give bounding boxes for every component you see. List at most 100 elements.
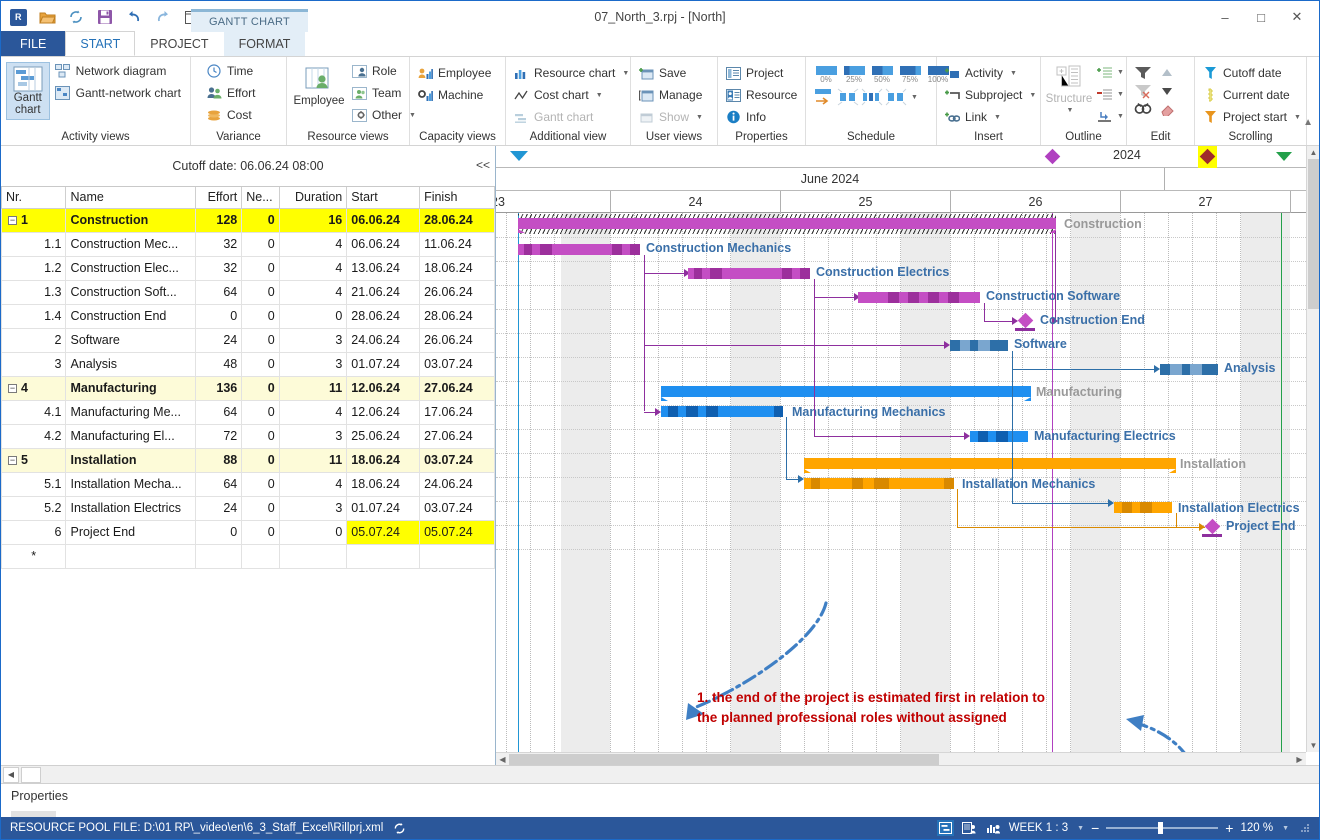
current-date-button[interactable]: Current date [1200,85,1305,105]
outline-remove-button[interactable]: ▼ [1095,84,1128,104]
task-bar-construction-software[interactable] [858,292,980,303]
table-row-new[interactable]: * [1,543,495,569]
row-expander[interactable]: − [8,216,17,226]
collapse-ribbon-icon[interactable]: ▲ [1303,117,1313,128]
refresh-icon[interactable] [65,6,87,28]
outline-add-button[interactable]: ▼ [1095,62,1128,82]
project-properties-button[interactable]: Project [723,63,801,83]
save-icon[interactable] [94,6,116,28]
chevron-down-icon[interactable]: ▼ [1282,825,1289,832]
schedule-75-percent-button[interactable]: 75% [897,64,923,84]
table-row[interactable]: −1 Construction 128 0 16 06.06.24 28.06.… [1,207,495,233]
table-row[interactable]: 1.4 Construction End 0 0 0 28.06.24 28.0… [1,303,495,329]
find-icon[interactable] [1132,101,1154,117]
summary-bar-manufacturing[interactable] [661,386,1031,401]
redo-icon[interactable] [152,6,174,28]
minimize-button[interactable]: – [1207,3,1243,31]
schedule-25-percent-button[interactable]: 25% [841,64,867,84]
calendar-view-icon[interactable] [961,820,978,836]
chevron-down-icon[interactable]: ▼ [622,70,629,77]
table-row[interactable]: 6 Project End 0 0 0 05.07.24 05.07.24 [1,519,495,545]
scroll-left-icon[interactable]: ◀ [496,753,509,765]
column-header-name[interactable]: Name [65,187,197,209]
insert-link-button[interactable]: Link ▼ [942,107,1040,127]
chevron-down-icon[interactable]: ▼ [1029,92,1036,99]
resource-chart-button[interactable]: Resource chart ▼ [511,63,633,83]
save-view-button[interactable]: Save [636,63,707,83]
clear-filter-icon[interactable] [1132,83,1154,99]
open-icon[interactable] [36,6,58,28]
column-header-effort[interactable]: Effort [195,187,243,209]
gantt-view-icon[interactable] [936,820,954,836]
column-header-start[interactable]: Start [346,187,421,209]
effort-button[interactable]: Effort [204,83,259,103]
gantt-horizontal-scrollbar[interactable]: ◀ ▶ [496,752,1306,765]
row-expander[interactable]: − [8,384,17,394]
row-expander[interactable]: − [8,456,17,466]
table-row[interactable]: 4.2 Manufacturing El... 72 0 3 25.06.24 … [1,423,495,449]
chevron-down-icon[interactable]: ▼ [1077,825,1084,832]
structure-button[interactable]: Structure ▼ [1046,62,1092,120]
cost-chart-button[interactable]: Cost chart ▼ [511,85,633,105]
gantt-chart-button[interactable]: Gantt chart [6,62,50,120]
table-row[interactable]: −4 Manufacturing 136 0 11 12.06.24 27.06… [1,375,495,401]
collapse-pane-button[interactable]: << [476,158,490,172]
close-button[interactable]: ✕ [1279,3,1315,31]
outline-indent-button[interactable]: ▼ [1095,106,1128,126]
zoom-slider[interactable] [1106,822,1219,834]
gantt-vertical-scrollbar[interactable]: ▲ ▼ [1306,146,1319,752]
tab-format[interactable]: FORMAT [223,31,306,56]
week-scale-label[interactable]: WEEK 1 : 3 [1009,822,1068,834]
chevron-down-icon[interactable]: ▼ [994,114,1001,121]
zoom-out-button[interactable]: − [1091,820,1099,836]
table-row[interactable]: 1.3 Construction Soft... 64 0 4 21.06.24… [1,279,495,305]
task-bar-analysis[interactable] [1160,364,1218,375]
scroll-down-icon[interactable]: ▼ [1307,739,1319,752]
refresh-icon[interactable] [391,820,408,836]
insert-activity-button[interactable]: Activity ▼ [942,63,1040,83]
cutoff-marker-icon[interactable] [510,151,528,161]
schedule-0-percent-button[interactable]: 0% [813,64,839,84]
capacity-employee-button[interactable]: Employee [415,63,495,83]
tab-project[interactable]: PROJECT [135,31,223,56]
capacity-machine-button[interactable]: Machine [415,85,495,105]
gantt-bars-area[interactable]: Construction Construction Mechanics Cons… [496,213,1306,752]
chevron-down-icon[interactable]: ▼ [1010,70,1017,77]
resource-properties-button[interactable]: Resource [723,85,801,105]
schedule-level-1-icon[interactable] [837,87,859,107]
horizontal-scroll-thumb[interactable] [509,754,939,765]
info-button[interactable]: Info [723,107,801,127]
undo-icon[interactable] [123,6,145,28]
scroll-up-icon[interactable]: ▲ [1307,146,1319,159]
column-header-finish[interactable]: Finish [419,187,495,209]
employee-button[interactable]: Employee [292,64,346,110]
scroll-thumb-button[interactable] [21,766,41,783]
chevron-down-icon[interactable]: ▼ [1117,91,1124,98]
cutoff-date-button[interactable]: Cutoff date [1200,63,1305,83]
current-date-marker-icon[interactable] [1044,148,1061,165]
milestone-project-end[interactable] [1204,518,1221,535]
task-bar-manufacturing-mechanics[interactable] [661,406,783,417]
table-row[interactable]: 2 Software 24 0 3 24.06.24 26.06.24 [1,327,495,353]
chevron-down-icon[interactable]: ▼ [1067,105,1074,117]
scroll-left-icon[interactable]: ◀ [3,766,19,783]
time-button[interactable]: Time [204,61,259,81]
table-row[interactable]: 4.1 Manufacturing Me... 64 0 4 12.06.24 … [1,399,495,425]
summary-bar-construction[interactable] [518,214,1056,234]
chevron-down-icon[interactable]: ▼ [1117,69,1124,76]
chevron-down-icon[interactable]: ▼ [1117,113,1124,120]
column-header-ne[interactable]: Ne... [241,187,280,209]
resize-grip-icon[interactable] [1296,820,1313,836]
table-row[interactable]: 5.2 Installation Electrics 24 0 3 01.07.… [1,495,495,521]
sort-up-icon[interactable] [1157,65,1177,81]
cost-button[interactable]: Cost [204,105,259,125]
insert-subproject-button[interactable]: Subproject ▼ [942,85,1040,105]
table-row[interactable]: −5 Installation 88 0 11 18.06.24 03.07.2… [1,447,495,473]
column-header-nr[interactable]: Nr. [1,187,67,209]
gantt-marker-ruler[interactable]: 2024 [496,146,1306,213]
schedule-50-percent-button[interactable]: 50% [869,64,895,84]
manage-view-button[interactable]: Manage [636,85,707,105]
resource-view-icon[interactable] [985,820,1002,836]
vertical-scroll-thumb[interactable] [1308,159,1319,309]
schedule-level-3-icon[interactable] [885,87,907,107]
